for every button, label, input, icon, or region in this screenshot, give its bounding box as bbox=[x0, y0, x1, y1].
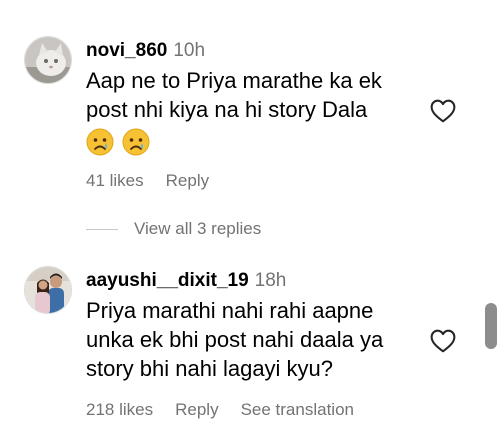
heart-icon[interactable] bbox=[430, 99, 456, 123]
comment-actions: 218 likes Reply See translation bbox=[86, 400, 376, 420]
comment-time: 18h bbox=[254, 270, 287, 291]
comment-username[interactable]: aayushi__dixit_19 18h bbox=[86, 270, 286, 292]
sad-tear-emoji bbox=[86, 128, 114, 156]
comment-item: aayushi__dixit_19 18h Priya marathi nahi … bbox=[0, 250, 502, 436]
comment-text: Priya marathi nahi rahi aapne unka ek bh… bbox=[86, 296, 426, 383]
comment-time: 10h bbox=[173, 40, 206, 61]
avatar[interactable] bbox=[24, 266, 72, 314]
likes-count[interactable]: 218 likes bbox=[86, 400, 153, 419]
comment-item: novi_860 10h Aap ne to Priya marathe ka e… bbox=[0, 0, 502, 250]
comment-text-body: Aap ne to Priya marathe ka ek post nhi k… bbox=[86, 68, 382, 122]
likes-count[interactable]: 41 likes bbox=[86, 171, 144, 190]
avatar[interactable] bbox=[24, 36, 72, 84]
heart-icon[interactable] bbox=[430, 329, 456, 353]
reply-button[interactable]: Reply bbox=[175, 400, 218, 419]
view-replies-label[interactable]: View all 3 replies bbox=[134, 219, 261, 239]
sad-tear-emoji bbox=[122, 128, 150, 156]
username-text[interactable]: aayushi__dixit_19 bbox=[86, 270, 249, 291]
see-translation-button[interactable]: See translation bbox=[241, 400, 354, 419]
username-text[interactable]: novi_860 bbox=[86, 40, 167, 61]
comment-text-body: Priya marathi nahi rahi aapne unka ek bh… bbox=[86, 298, 384, 381]
reply-button[interactable]: Reply bbox=[166, 171, 209, 190]
comment-text: Aap ne to Priya marathe ka ek post nhi k… bbox=[86, 66, 426, 156]
couple-avatar-image bbox=[25, 267, 71, 313]
emoji-row bbox=[86, 126, 426, 156]
cat-avatar-image bbox=[25, 37, 71, 83]
comment-actions: 41 likes Reply bbox=[86, 171, 231, 191]
replies-divider bbox=[86, 229, 118, 230]
scrollbar-thumb[interactable] bbox=[485, 303, 497, 349]
comment-username[interactable]: novi_860 10h bbox=[86, 40, 205, 62]
